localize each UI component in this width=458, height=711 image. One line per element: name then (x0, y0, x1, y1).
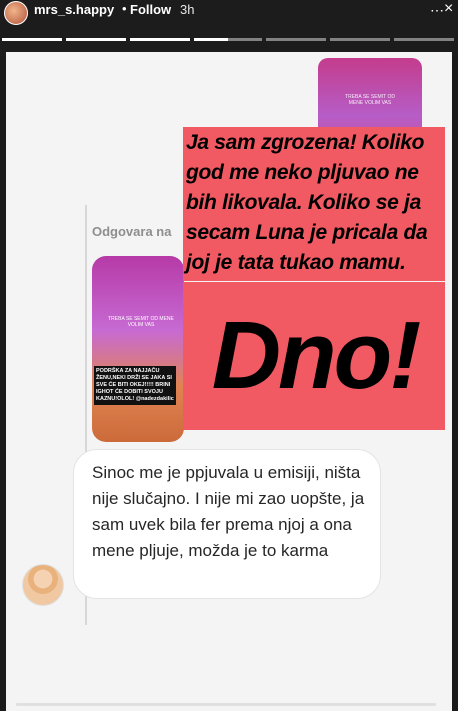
follow-button[interactable]: Follow (130, 2, 171, 17)
more-horizontal-icon[interactable]: ⋯ (430, 2, 445, 19)
close-icon[interactable]: × (444, 0, 453, 18)
progress-segment (228, 38, 262, 41)
thumbnail-caption: PODRŠKA ZA NAJJAČU ŽENU,NEKI DRŽI SE JAK… (94, 366, 176, 405)
story-header: mrs_s.happy • Follow 3h ⋯ × (0, 0, 458, 56)
progress-segment (130, 38, 190, 41)
progress-segment (2, 38, 62, 41)
progress-segment (66, 38, 126, 41)
story-progress (0, 38, 458, 42)
annotation-big-text: Dno! (211, 302, 422, 409)
thumbnail-text: TREBA SE SEMIT OD MENE VOLIM VAS (108, 316, 174, 328)
message-input-edge (16, 703, 436, 706)
progress-segment (330, 38, 390, 41)
separator-dot: • (122, 1, 127, 16)
sender-avatar (22, 564, 64, 606)
annotation-text: Ja sam zgrozena! Koliko god me neko plju… (186, 131, 428, 274)
story-thumbnail-reply[interactable]: TREBA SE SEMIT OD MENE VOLIM VAS PODRŠKA… (92, 256, 184, 442)
username[interactable]: mrs_s.happy (34, 2, 114, 17)
message-text: Sinoc me je ppjuvala u emisiji, ništa ni… (92, 463, 365, 560)
thumbnail-text: TREBA SE SEMIT OD MENE VOLIM VAS (345, 94, 395, 106)
progress-segment (194, 38, 228, 41)
progress-segment (266, 38, 326, 41)
progress-segment (394, 38, 454, 41)
post-time: 3h (180, 2, 195, 17)
avatar[interactable] (4, 1, 28, 25)
reply-label: Odgovara na (92, 224, 172, 239)
